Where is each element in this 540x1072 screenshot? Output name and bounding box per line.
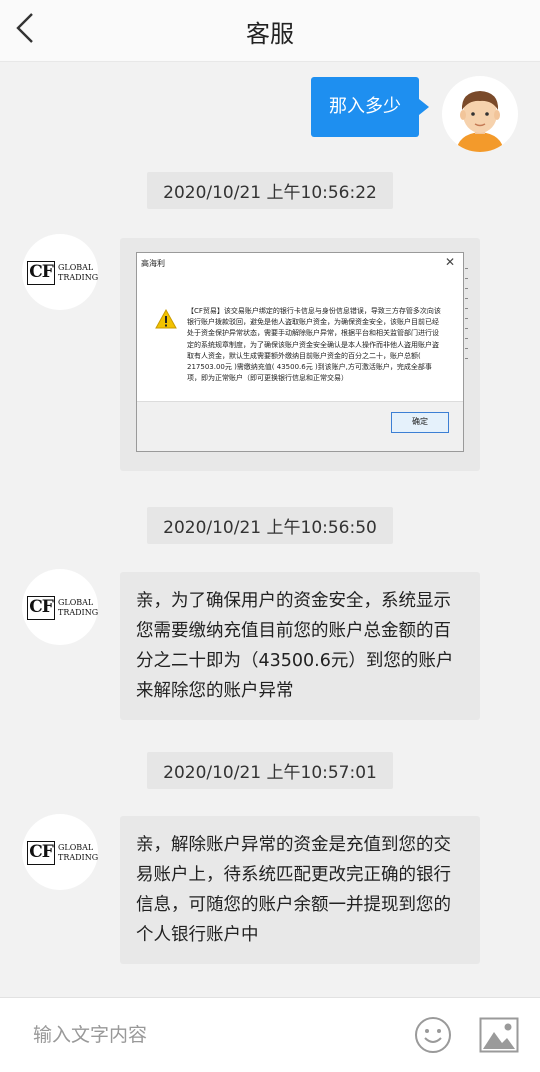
message-bubble-outgoing[interactable]: 那入多少 [311,77,429,137]
chat-area[interactable]: 那入多少 2020/10/21 上午10:56:22 CF GLOBAL TRAD… [0,62,540,997]
image-message[interactable]: 高海利 ✕ 【CF贸易】该交易账户绑定的银行卡信息与身份信息错误，导致三方存管多… [120,238,480,471]
dialog-footer: 确定 [137,401,463,451]
cf-global-trading-logo: CF GLOBAL TRADING [27,596,98,620]
user-avatar-icon [456,91,504,152]
dialog-message: 【CF贸易】该交易账户绑定的银行卡信息与身份信息错误，导致三方存管多次向该银行账… [187,307,441,383]
cf-global-trading-logo: CF GLOBAL TRADING [27,261,98,285]
message-input[interactable]: 输入文字内容 [33,1020,147,1047]
timestamp: 2020/10/21 上午10:56:50 [0,507,540,544]
message-row-outgoing: 那入多少 [0,72,540,162]
screenshot-dialog: 高海利 ✕ 【CF贸易】该交易账户绑定的银行卡信息与身份信息错误，导致三方存管多… [136,252,464,452]
user-avatar[interactable] [442,76,518,152]
smiley-icon[interactable] [414,1016,452,1054]
timestamp: 2020/10/21 上午10:57:01 [0,752,540,789]
header-bar: 客服 [0,0,540,62]
message-bubble-incoming[interactable]: 亲，解除账户异常的资金是充值到您的交易账户上，待系统匹配更改完正确的银行信息，可… [120,816,480,964]
agent-avatar[interactable]: CF GLOBAL TRADING [22,814,98,890]
image-icon[interactable] [479,1017,519,1053]
agent-avatar[interactable]: CF GLOBAL TRADING [22,569,98,645]
timestamp: 2020/10/21 上午10:56:22 [0,172,540,209]
page-title: 客服 [246,20,294,48]
agent-avatar[interactable]: CF GLOBAL TRADING [22,234,98,310]
background-window-edge [465,268,468,378]
composer-bar: 输入文字内容 [0,997,540,1072]
warning-icon [155,309,177,329]
dialog-ok-button: 确定 [391,412,449,433]
close-icon: ✕ [444,255,455,269]
message-bubble-incoming[interactable]: 亲，为了确保用户的资金安全，系统显示您需要缴纳充值目前您的账户总金额的百分之二十… [120,572,480,720]
cf-global-trading-logo: CF GLOBAL TRADING [27,841,98,865]
dialog-title: 高海利 [141,259,165,268]
